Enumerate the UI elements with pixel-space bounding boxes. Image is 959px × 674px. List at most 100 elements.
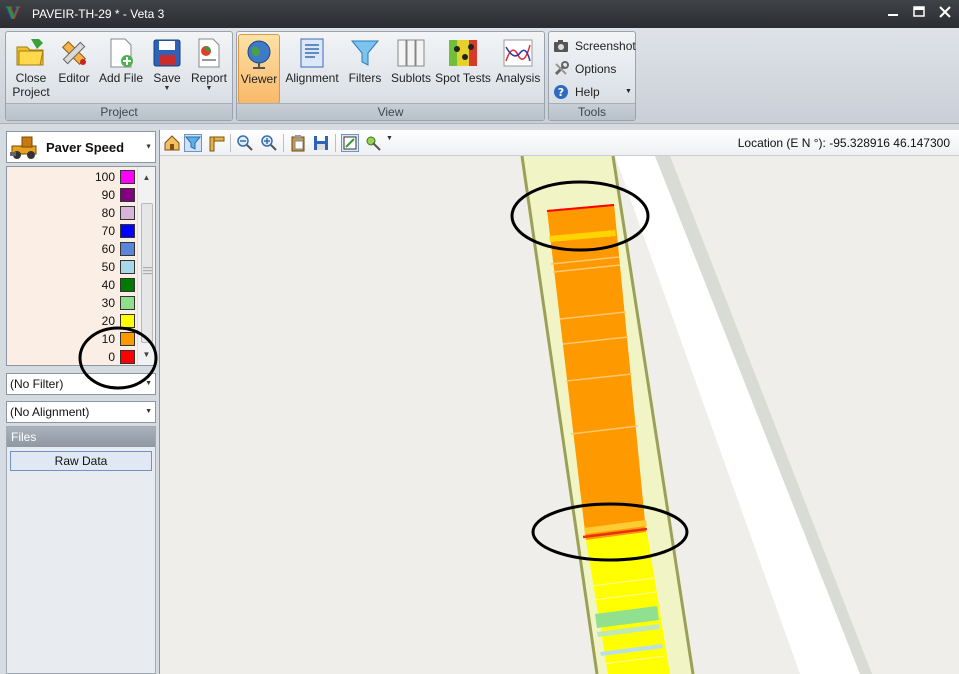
filters-button[interactable]: Filters	[343, 34, 387, 102]
ribbon-group-project: Close Project Editor Add File Save ▼ Rep…	[5, 31, 233, 121]
close-project-button[interactable]: Close Project	[8, 34, 54, 102]
help-button[interactable]: ? Help ▼	[553, 82, 633, 102]
legend-value: 30	[101, 296, 115, 310]
alignment-select-value: (No Alignment)	[10, 405, 90, 419]
map-layer-icon[interactable]	[341, 134, 359, 152]
legend-color-swatch	[120, 170, 135, 184]
legend-item: 30	[7, 294, 135, 312]
file-item-raw-data[interactable]: Raw Data	[10, 451, 152, 471]
ribbon-group-view: Viewer Alignment Filters Sublots Spot Te…	[236, 31, 545, 121]
save-image-icon[interactable]	[312, 134, 330, 152]
folder-arrow-icon	[15, 37, 47, 69]
app-logo-icon: V	[6, 4, 20, 24]
shoulder-edge	[655, 156, 872, 674]
sublots-label: Sublots	[390, 71, 432, 85]
layer-name: Paver Speed	[46, 139, 125, 155]
window-title: PAVEIR-TH-29 * - Veta 3	[32, 7, 165, 21]
screenshot-button[interactable]: Screenshot	[553, 36, 636, 56]
close-button[interactable]	[937, 4, 953, 20]
annotation-ellipse	[78, 326, 158, 390]
title-bar: V PAVEIR-TH-29 * - Veta 3	[0, 0, 959, 28]
legend-value: 90	[101, 188, 115, 202]
viewer-toolbar: ▼ Location (E N °): -95.328916 46.147300	[160, 130, 959, 156]
columns-icon	[395, 37, 427, 69]
spot-tests-button[interactable]: Spot Tests	[435, 34, 491, 102]
zoom-in-icon[interactable]	[260, 134, 278, 152]
legend-color-swatch	[120, 188, 135, 202]
minimize-button[interactable]	[885, 4, 901, 20]
group-label-view: View	[237, 103, 544, 120]
paver-icon	[10, 134, 42, 160]
filters-label: Filters	[348, 71, 382, 85]
camera-icon	[553, 38, 569, 54]
clipboard-icon[interactable]	[289, 134, 307, 152]
legend-item: 40	[7, 276, 135, 294]
map-viewer: ▼ Location (E N °): -95.328916 46.147300	[159, 130, 959, 674]
funnel-icon	[349, 37, 381, 69]
legend-color-swatch	[120, 260, 135, 274]
legend-color-swatch	[120, 278, 135, 292]
alignment-dropdown-icon: ▼	[145, 408, 152, 415]
location-readout: Location (E N °): -95.328916 46.147300	[737, 136, 950, 150]
editor-label: Editor	[58, 71, 90, 85]
options-button[interactable]: Options	[553, 59, 616, 79]
legend-value: 50	[101, 260, 115, 274]
save-label: Save	[153, 71, 181, 85]
ruler-icon[interactable]	[208, 134, 226, 152]
viewer-button[interactable]: Viewer	[238, 34, 280, 104]
save-button[interactable]: Save ▼	[148, 34, 186, 102]
files-panel: Files Raw Data	[6, 426, 156, 674]
help-label: Help	[575, 85, 600, 99]
ribbon-group-tools: Screenshot Options ? Help ▼ Tools	[548, 31, 636, 121]
help-dropdown-icon: ▼	[625, 88, 632, 95]
left-panel: Paver Speed ▼ 100 90 80 70 60 50 40 30 20 10 0 ▲ ―…	[4, 130, 158, 674]
pencil-ruler-icon	[58, 37, 90, 69]
viewer-label: Viewer	[240, 72, 278, 86]
map-canvas[interactable]	[160, 156, 959, 674]
spot-tests-label: Spot Tests	[435, 71, 491, 85]
legend-item: 80	[7, 204, 135, 222]
alignment-label: Alignment	[285, 71, 339, 85]
layer-dropdown-icon: ▼	[145, 143, 152, 151]
tools-icon	[553, 61, 569, 77]
legend-color-swatch	[120, 206, 135, 220]
svg-text:?: ?	[558, 86, 564, 99]
add-file-label: Add File	[98, 71, 144, 85]
legend-item: 70	[7, 222, 135, 240]
question-icon: ?	[553, 84, 569, 100]
legend-value: 60	[101, 242, 115, 256]
line-chart-icon	[502, 37, 534, 69]
scroll-thumb[interactable]: ― ― ―	[141, 203, 153, 343]
minimize-icon	[888, 14, 898, 16]
document-add-icon	[105, 37, 137, 69]
screenshot-label: Screenshot	[575, 39, 636, 53]
sublots-button[interactable]: Sublots	[389, 34, 433, 102]
legend-value: 40	[101, 278, 115, 292]
editor-button[interactable]: Editor	[54, 34, 94, 102]
heatmap-icon	[447, 37, 479, 69]
marker-tool-icon[interactable]	[364, 134, 382, 152]
globe-icon	[243, 38, 275, 70]
legend-color-swatch	[120, 224, 135, 238]
layer-select[interactable]: Paver Speed ▼	[6, 131, 156, 163]
close-icon	[939, 6, 951, 18]
zoom-out-icon[interactable]	[236, 134, 254, 152]
legend-item: 50	[7, 258, 135, 276]
close-project-label: Close Project	[12, 71, 50, 99]
files-header: Files	[7, 427, 155, 447]
home-icon[interactable]	[163, 134, 181, 152]
document-icon	[296, 37, 328, 69]
filter-select-value: (No Filter)	[10, 377, 64, 391]
legend-item: 60	[7, 240, 135, 258]
add-file-button[interactable]: Add File	[96, 34, 146, 102]
maximize-button[interactable]	[911, 4, 927, 20]
analysis-button[interactable]: Analysis	[494, 34, 542, 102]
alignment-select[interactable]: (No Alignment) ▼	[6, 401, 156, 423]
filter-icon[interactable]	[184, 134, 202, 152]
scroll-up-icon[interactable]: ▲	[138, 170, 155, 186]
report-button[interactable]: Report ▼	[188, 34, 230, 102]
alignment-button[interactable]: Alignment	[283, 34, 341, 102]
ribbon: Close Project Editor Add File Save ▼ Rep…	[0, 28, 959, 124]
legend-color-swatch	[120, 242, 135, 256]
marker-tool-dropdown-icon[interactable]: ▼	[386, 135, 393, 142]
